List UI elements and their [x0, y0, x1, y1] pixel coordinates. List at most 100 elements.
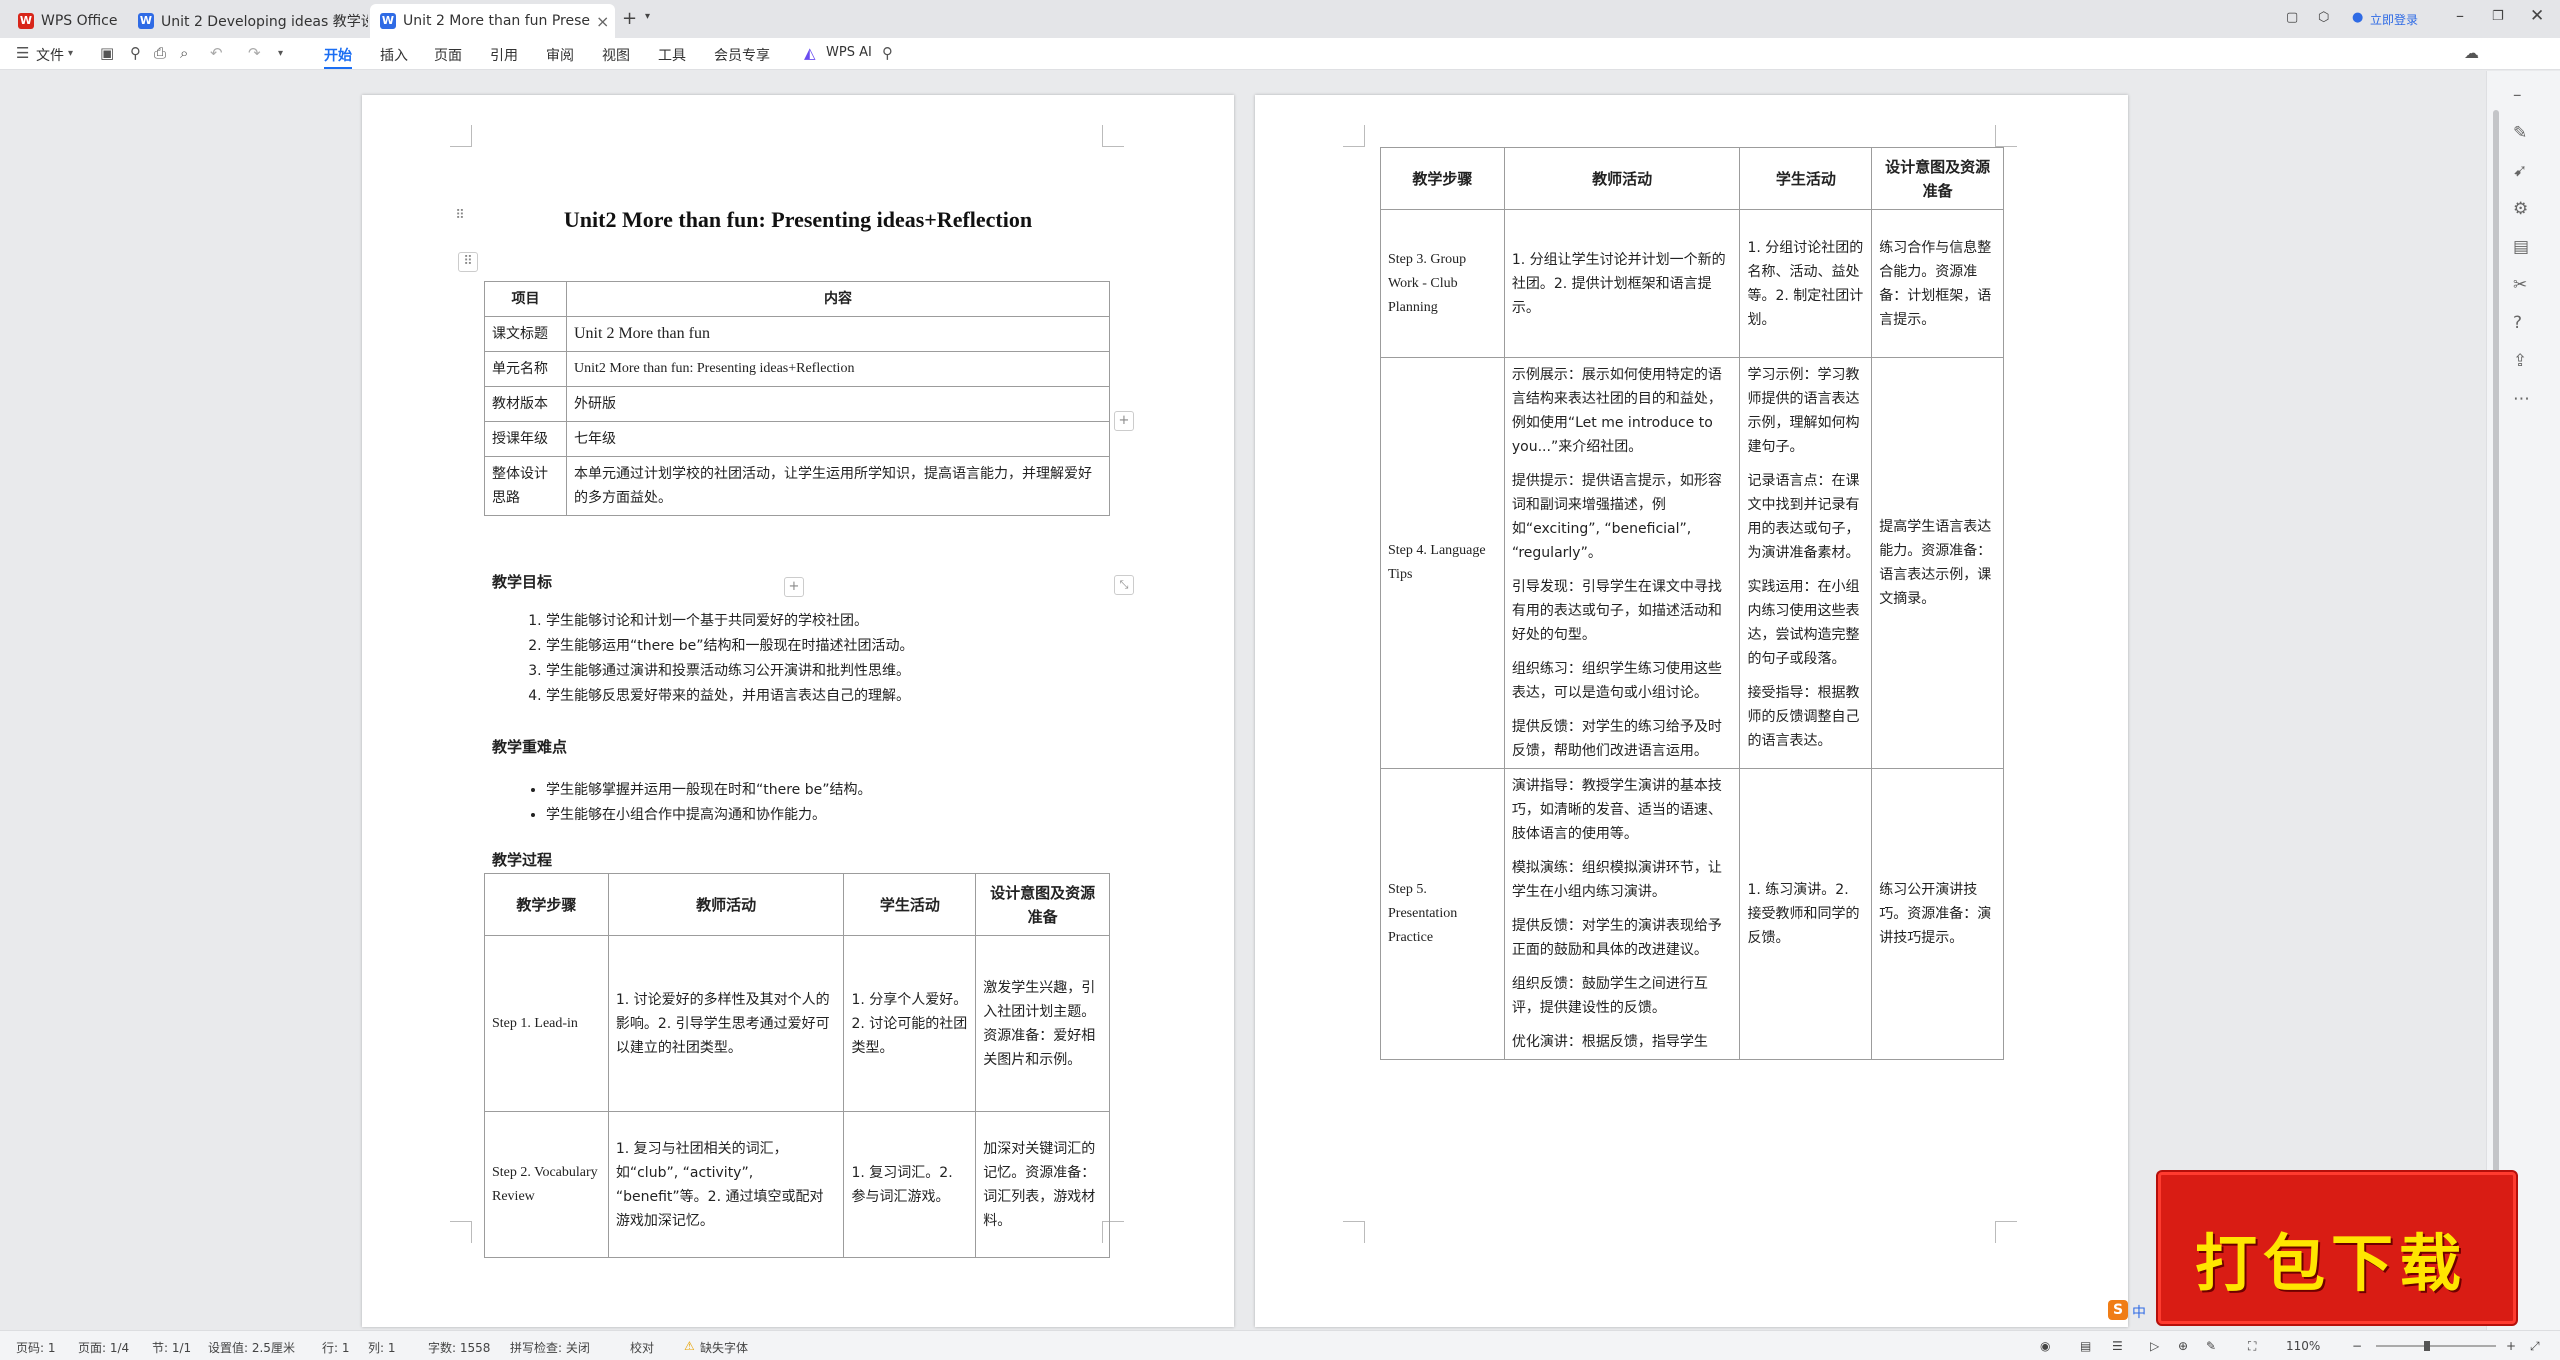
table-row: 课文标题 Unit 2 More than fun	[484, 316, 1110, 352]
zoom-level[interactable]: 110%	[2286, 1339, 2320, 1353]
tools-icon[interactable]: ✂	[2513, 275, 2527, 295]
list-item: 学生能够反思爱好带来的益处，并用语言表达自己的理解。	[546, 684, 1092, 709]
file-menu[interactable]: 文件	[36, 45, 64, 65]
save-icon[interactable]: ▣	[100, 44, 114, 62]
minimize-icon[interactable]: –	[2456, 6, 2464, 25]
download-banner[interactable]: 打包下载	[2158, 1172, 2516, 1324]
close-tab-icon[interactable]: ×	[596, 12, 609, 31]
tab-view[interactable]: 视图	[602, 45, 630, 65]
more-icon[interactable]: ⋯	[2513, 389, 2530, 409]
row-number[interactable]: 行: 1	[322, 1339, 350, 1356]
ime-badge[interactable]: 中	[2132, 1302, 2146, 1322]
col-header: 教学步骤	[484, 873, 609, 936]
add-column-icon[interactable]: +	[1114, 411, 1134, 431]
word-count[interactable]: 字数: 1558	[428, 1339, 490, 1356]
print-icon[interactable]: ⎙	[154, 44, 166, 62]
section[interactable]: 节: 1/1	[152, 1339, 191, 1356]
process-table-page1: 教学步骤 教师活动 学生活动 设计意图及资源准备 Step 1. Lead-in…	[484, 873, 1110, 1258]
tab-review[interactable]: 审阅	[546, 45, 574, 65]
tab-wps-office[interactable]: W WPS Office	[8, 4, 128, 38]
student-activity-cell: 1. 练习演讲。2. 接受教师和同学的反馈。	[1739, 768, 1873, 1060]
close-window-icon[interactable]: ✕	[2530, 6, 2544, 26]
redo-icon[interactable]: ↷	[248, 44, 261, 62]
settings-sliders-icon[interactable]: ⚙	[2513, 199, 2528, 219]
user-icon[interactable]: ●	[2352, 10, 2363, 25]
page-1: ⠿ Unit2 More than fun: Presenting ideas+…	[362, 95, 1234, 1327]
page-view-icon[interactable]: ▤	[2080, 1339, 2091, 1353]
window-layout-icon[interactable]: ▢	[2286, 10, 2298, 25]
info-key: 单元名称	[484, 351, 567, 387]
sogou-logo-icon[interactable]: S	[2108, 1300, 2128, 1320]
col-header: 教学步骤	[1380, 147, 1505, 210]
collapse-icon[interactable]: –	[2513, 85, 2522, 105]
margin-mark	[1343, 125, 1365, 147]
play-icon[interactable]: ▷	[2150, 1339, 2159, 1353]
image-icon[interactable]: ▤	[2513, 237, 2529, 257]
vertical-scrollbar[interactable]	[2493, 110, 2499, 1310]
login-link[interactable]: 立即登录	[2370, 11, 2418, 28]
cloud-icon[interactable]: ☁	[2464, 44, 2479, 62]
zoom-slider[interactable]	[2376, 1345, 2496, 1347]
student-activity-text: 1. 复习词汇。2. 参与词汇游戏。	[851, 1164, 953, 1205]
restore-icon[interactable]: ❐	[2492, 9, 2504, 24]
design-cell: 练习合作与信息整合能力。资源准备：计划框架，语言提示。	[1871, 209, 2004, 358]
undo-icon[interactable]: ↶	[210, 44, 223, 62]
margin-mark	[1995, 125, 2017, 147]
zoom-slider-thumb[interactable]	[2424, 1341, 2430, 1351]
outline-view-icon[interactable]: ☰	[2112, 1339, 2123, 1353]
table-row: 授课年级 七年级	[484, 421, 1110, 457]
menu-icon[interactable]: ☰	[16, 44, 29, 62]
setting-value[interactable]: 设置值: 2.5厘米	[208, 1339, 295, 1356]
page-2: 教学步骤 教师活动 学生活动 设计意图及资源准备 Step 3. Group W…	[1255, 95, 2128, 1327]
zoom-out-icon[interactable]: −	[2352, 1339, 2362, 1353]
pen-icon[interactable]: ✎	[2513, 123, 2527, 143]
resize-table-icon[interactable]: ⤡	[1114, 575, 1134, 595]
pen-icon[interactable]: ✎	[2206, 1339, 2216, 1353]
col-header: 学生活动	[843, 873, 977, 936]
new-tab-icon[interactable]: +	[622, 8, 637, 29]
info-value: 本单元通过计划学校的社团活动，让学生运用所学知识，提高语言能力，并理解爱好的多方…	[566, 456, 1110, 516]
info-key: 教材版本	[484, 386, 567, 422]
tab-tools[interactable]: 工具	[658, 45, 686, 65]
tab-more-than-fun[interactable]: W Unit 2 More than fun Prese ×	[370, 4, 615, 38]
print-preview-icon[interactable]: ⌕	[180, 44, 188, 62]
chevron-down-icon[interactable]: ▾	[68, 48, 73, 59]
goals-list: 学生能够讨论和计划一个基于共同爱好的学校社团。 学生能够运用“there be”…	[512, 609, 1092, 709]
keys-list: 学生能够掌握并运用一般现在时和“there be”结构。 学生能够在小组合作中提…	[512, 778, 1092, 828]
info-key: 整体设计思路	[484, 456, 567, 516]
search-icon[interactable]: ⚲	[882, 44, 893, 62]
missing-font[interactable]: 缺失字体	[700, 1339, 748, 1356]
table-move-icon[interactable]: ⠿	[458, 252, 478, 272]
zoom-in-icon[interactable]: +	[2506, 1339, 2516, 1353]
table-row: Step 1. Lead-in 1. 讨论爱好的多样性及其对个人的影响。2. 引导…	[484, 935, 1110, 1112]
tab-developing-ideas[interactable]: W Unit 2 Developing ideas 教学设计	[128, 4, 368, 38]
wps-ai-icon[interactable]: ◭	[804, 44, 816, 62]
web-view-icon[interactable]: ⊕	[2178, 1339, 2188, 1353]
chevron-down-icon[interactable]: ▾	[645, 11, 650, 22]
student-activity-text: 学习示例：学习教师提供的语言表达示例，理解如何构建句子。	[1747, 367, 1860, 455]
help-icon[interactable]: ?	[2513, 313, 2522, 333]
spell-check[interactable]: 拼写检查: 关闭	[510, 1339, 590, 1356]
wps-ai-button[interactable]: WPS AI	[826, 45, 872, 60]
tab-home[interactable]: 开始	[324, 45, 352, 69]
list-item: 学生能够掌握并运用一般现在时和“there be”结构。	[546, 778, 1092, 803]
cube-icon[interactable]: ⬡	[2318, 10, 2329, 25]
info-key: 授课年级	[484, 421, 567, 457]
tab-insert[interactable]: 插入	[380, 45, 408, 65]
fit-icon[interactable]: ⛶	[2248, 1339, 2256, 1354]
find-icon[interactable]: ⚲	[130, 44, 141, 62]
eye-icon[interactable]: ◉	[2040, 1339, 2050, 1353]
margin-mark	[450, 1221, 472, 1243]
column-number[interactable]: 列: 1	[368, 1339, 396, 1356]
proofread[interactable]: 校对	[630, 1339, 654, 1356]
share-icon[interactable]: ⇪	[2513, 351, 2527, 371]
select-icon[interactable]: ➹	[2513, 161, 2527, 181]
tab-member[interactable]: 会员专享	[714, 45, 770, 65]
page-count[interactable]: 页面: 1/4	[78, 1339, 129, 1356]
add-row-icon[interactable]: +	[784, 577, 804, 597]
chevron-down-icon[interactable]: ▾	[278, 48, 283, 59]
fullscreen-icon[interactable]: ⤢	[2530, 1339, 2540, 1354]
tab-references[interactable]: 引用	[490, 45, 518, 65]
tab-page[interactable]: 页面	[434, 45, 462, 65]
page-number[interactable]: 页码: 1	[16, 1339, 56, 1356]
